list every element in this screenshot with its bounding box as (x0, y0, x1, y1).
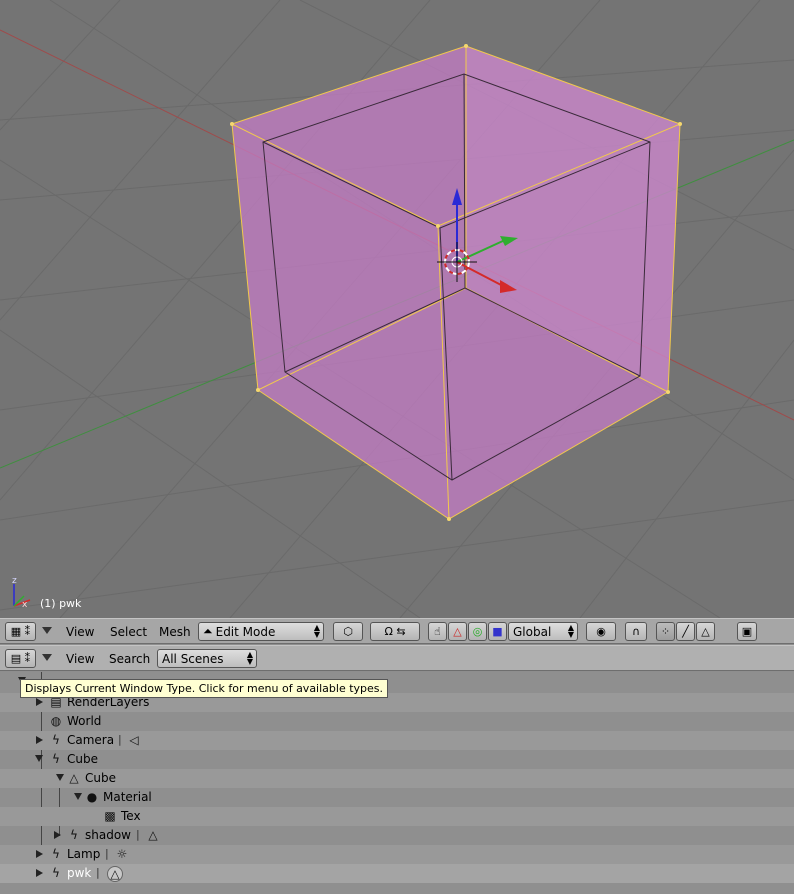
expand-arrow-icon[interactable] (36, 736, 43, 744)
expand-arrow-icon[interactable] (36, 869, 43, 877)
viewport-canvas[interactable]: z x (0, 0, 794, 618)
outliner-header: ▤ ⁑ View Search All Scenes ▲ ▼ (0, 645, 794, 671)
tree-row-world[interactable]: ◍ World (0, 712, 794, 731)
square-icon: ■ (492, 625, 503, 638)
tree-row-camera[interactable]: ϟ Camera | ◁ (0, 731, 794, 750)
tree-row-material[interactable]: ● Material (0, 788, 794, 807)
edge-select-icon: ╱ (682, 625, 689, 638)
updown-arrow-icon: ▲ ▼ (246, 650, 253, 666)
viewport-header: ▦ ⁑ View Select Mesh ⏶ Edit Mode ▲ ▼ ⬡ Ω … (0, 618, 794, 644)
separator: | (96, 866, 100, 879)
tree-label: Tex (121, 809, 141, 823)
tree-row-cube-object[interactable]: ϟ Cube (0, 750, 794, 769)
object-icon: ϟ (70, 828, 78, 842)
separator: | (136, 828, 140, 841)
rotate-manipulator-button[interactable]: ◎ (468, 622, 487, 641)
object-icon: ϟ (52, 866, 60, 880)
collapse-menu-icon[interactable] (42, 654, 52, 661)
magnet-icon: Ω ⇆ (384, 625, 406, 638)
edge-select-button[interactable]: ╱ (676, 622, 695, 641)
object-icon: ϟ (52, 847, 60, 861)
hand-icon: ☝ (434, 625, 441, 638)
mesh-data-icon[interactable]: △ (146, 828, 160, 842)
material-sphere-icon: ● (86, 790, 98, 804)
outliner-editor-type-button[interactable]: ▤ ⁑ (5, 649, 36, 668)
active-object-label: (1) pwk (40, 597, 82, 610)
filter-label: All Scenes (162, 651, 224, 666)
snap-toggle[interactable]: ∩ (625, 622, 647, 641)
lamp-data-icon[interactable]: ☼ (115, 847, 129, 861)
outliner-tree[interactable]: ▤ RenderLayers ◍ World ϟ Camera | ◁ ϟ Cu… (0, 672, 794, 894)
tree-label: Cube (85, 771, 116, 785)
mesh-icon: △ (69, 771, 79, 785)
expand-arrow-icon[interactable] (35, 755, 43, 762)
3d-viewport[interactable]: z x (1) pwk (0, 0, 794, 618)
target-icon: ◉ (596, 625, 606, 638)
tree-label: World (67, 714, 102, 728)
editor-type-button[interactable]: ▦ ⁑ (5, 622, 36, 641)
svg-text:z: z (12, 576, 17, 586)
render-button[interactable]: ▣ (737, 622, 757, 641)
viewport-shading-button[interactable]: ⬡ (333, 622, 363, 641)
translate-manipulator-button[interactable]: △ (448, 622, 467, 641)
snap-magnet-icon: ∩ (631, 625, 641, 638)
tree-label: Cube (67, 752, 98, 766)
edit-mode-icon: ⏶ (203, 624, 213, 638)
pivot-point-button[interactable]: Ω ⇆ (370, 622, 420, 641)
menu-mesh[interactable]: Mesh (159, 625, 191, 639)
menu-view[interactable]: View (66, 652, 94, 666)
tree-row-texture[interactable]: ▩ Tex (0, 807, 794, 826)
tree-label: pwk (67, 866, 92, 880)
tree-label: Camera (67, 733, 115, 747)
separator: | (118, 733, 122, 746)
image-icon: ▣ (741, 625, 753, 638)
outliner-icon: ▤ ⁑ (10, 652, 31, 665)
mesh-data-icon[interactable]: △ (107, 866, 123, 882)
menu-select[interactable]: Select (110, 625, 147, 639)
updown-arrow-icon: ▲ ▼ (313, 623, 320, 639)
scale-manipulator-button[interactable]: ■ (488, 622, 507, 641)
tree-row-lamp[interactable]: ϟ Lamp | ☼ (0, 845, 794, 864)
triangle-icon: △ (453, 625, 462, 638)
collapse-menu-icon[interactable] (42, 627, 52, 634)
cube-mesh[interactable] (230, 44, 682, 521)
proportional-edit-button[interactable]: ◉ (586, 622, 616, 641)
display-filter-dropdown[interactable]: All Scenes ▲ ▼ (157, 649, 257, 668)
tree-row-shadow[interactable]: ϟ shadow | △ (0, 826, 794, 845)
world-icon: ◍ (50, 714, 62, 728)
tree-label: Material (103, 790, 152, 804)
expand-arrow-icon[interactable] (74, 793, 82, 800)
manipulator-toggle[interactable]: ☝ (428, 622, 447, 641)
mode-dropdown[interactable]: ⏶ Edit Mode ▲ ▼ (198, 622, 324, 641)
vertex-select-button[interactable]: ⁘ (656, 622, 675, 641)
mode-label: Edit Mode (215, 624, 276, 639)
tree-label: shadow (85, 828, 131, 842)
cube-icon: ⬡ (343, 625, 353, 638)
expand-arrow-icon[interactable] (36, 850, 43, 858)
tree-label: Lamp (67, 847, 101, 861)
tree-row-pwk[interactable]: ϟ pwk | △ (0, 864, 794, 883)
updown-arrow-icon: ▲ ▼ (567, 623, 574, 639)
face-select-button[interactable]: △ (696, 622, 715, 641)
axis-orientation-icon: z x (12, 576, 31, 610)
svg-text:x: x (22, 600, 28, 610)
grid-icon: ▦ ⁑ (10, 625, 31, 638)
expand-arrow-icon[interactable] (56, 774, 64, 781)
orientation-label: Global (513, 624, 552, 639)
ring-icon: ◎ (472, 625, 483, 638)
object-icon: ϟ (52, 752, 60, 766)
separator: | (105, 847, 109, 860)
expand-arrow-icon[interactable] (36, 698, 43, 706)
tooltip: Displays Current Window Type. Click for … (20, 679, 389, 698)
tree-row-cube-mesh[interactable]: △ Cube (0, 769, 794, 788)
face-select-icon: △ (701, 625, 710, 638)
vertex-select-icon: ⁘ (660, 625, 671, 638)
texture-icon: ▩ (104, 809, 116, 823)
menu-view[interactable]: View (66, 625, 94, 639)
expand-arrow-icon[interactable] (54, 831, 61, 839)
object-icon: ϟ (52, 733, 60, 747)
menu-search[interactable]: Search (109, 652, 150, 666)
orientation-dropdown[interactable]: Global ▲ ▼ (508, 622, 578, 641)
camera-data-icon[interactable]: ◁ (127, 733, 141, 747)
